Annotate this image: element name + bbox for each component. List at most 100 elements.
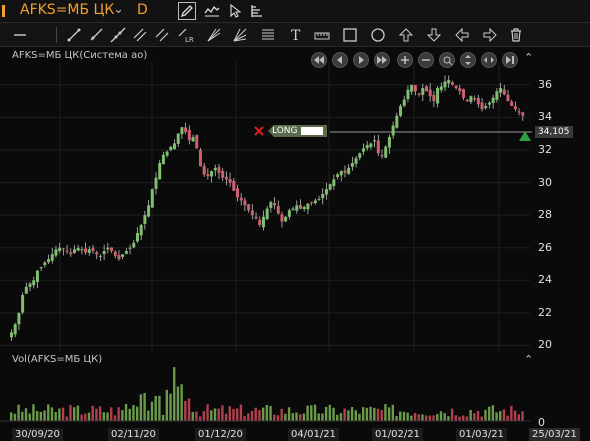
- candle: [154, 177, 158, 189]
- ticker-selector[interactable]: AFKS=МБ ЦК: [20, 2, 114, 18]
- buy-triangle-icon: [519, 131, 531, 141]
- trend-line-icon[interactable]: [64, 25, 84, 45]
- period-selector[interactable]: D: [137, 2, 148, 18]
- candle: [462, 89, 466, 98]
- volume-bar: [69, 405, 72, 421]
- arrow-down-icon[interactable]: [424, 25, 444, 45]
- trash-icon[interactable]: [506, 25, 526, 45]
- volume-chart[interactable]: [0, 365, 590, 427]
- volume-bar: [436, 413, 439, 421]
- date-label: 01/12/20: [195, 428, 246, 441]
- volume-bar: [247, 413, 250, 421]
- close-order-icon[interactable]: [253, 125, 267, 137]
- cursor-icon[interactable]: [226, 2, 244, 20]
- ellipse-icon[interactable]: [368, 25, 388, 45]
- candle: [376, 140, 380, 154]
- volume-bar: [365, 407, 369, 421]
- volume-bar: [499, 411, 502, 421]
- volume-bar: [43, 410, 46, 421]
- candle: [147, 205, 151, 217]
- candle: [361, 148, 365, 152]
- candle: [128, 247, 132, 249]
- volume-bar: [21, 411, 24, 421]
- pencil-icon[interactable]: [178, 2, 196, 20]
- order-label[interactable]: LONG: [268, 125, 328, 137]
- arrow-up-icon[interactable]: [396, 25, 416, 45]
- horizontal-line-icon[interactable]: [10, 25, 30, 45]
- candle: [84, 248, 88, 253]
- price-chart[interactable]: [0, 62, 590, 352]
- candle: [321, 193, 325, 199]
- channel-icon[interactable]: [130, 25, 150, 45]
- regression-channel-icon[interactable]: LR: [176, 25, 196, 45]
- candle: [439, 86, 443, 91]
- text-tool-icon[interactable]: T: [286, 25, 306, 45]
- candle: [17, 312, 21, 325]
- volume-bar: [143, 392, 146, 421]
- volume-bar: [302, 413, 306, 421]
- candle: [247, 204, 251, 211]
- candle: [417, 93, 421, 95]
- indicator-icon[interactable]: [203, 2, 221, 20]
- date-label: 01/03/21: [456, 428, 507, 441]
- volume-bar: [154, 396, 157, 421]
- volume-bar: [439, 411, 443, 421]
- volume-bar: [332, 407, 335, 421]
- volume-bar: [321, 413, 324, 421]
- volume-bar: [102, 412, 106, 421]
- volume-bar: [347, 410, 350, 421]
- volume-bar: [280, 408, 283, 421]
- volume-bar: [72, 407, 76, 421]
- candle: [102, 250, 106, 255]
- volume-bar: [343, 408, 346, 421]
- fibonacci-fan-icon[interactable]: [204, 25, 224, 45]
- volume-bar: [17, 404, 20, 421]
- candle: [165, 151, 169, 156]
- volume-bar: [258, 410, 261, 421]
- candle: [184, 127, 188, 133]
- volume-bar: [399, 411, 402, 421]
- candle: [436, 88, 440, 104]
- volume-bar: [502, 409, 506, 421]
- volume-bar: [276, 415, 280, 421]
- volume-bar: [150, 401, 154, 421]
- arrow-right-icon[interactable]: [480, 25, 500, 45]
- gann-fan-icon[interactable]: [230, 25, 250, 45]
- candle: [465, 99, 469, 102]
- candle: [428, 89, 432, 97]
- volume-bar: [221, 405, 224, 421]
- candle: [150, 189, 154, 208]
- volume-bar: [484, 409, 487, 421]
- fibonacci-levels-icon[interactable]: [258, 25, 278, 45]
- candle: [406, 89, 410, 100]
- chevron-down-icon[interactable]: ⌄: [113, 2, 124, 17]
- volume-bar: [324, 406, 328, 421]
- volume-bar: [458, 416, 461, 421]
- rectangle-icon[interactable]: [340, 25, 360, 45]
- volume-bar: [417, 414, 420, 421]
- arrow-left-icon[interactable]: [452, 25, 472, 45]
- volume-bar: [317, 413, 320, 421]
- volume-bar: [406, 412, 409, 421]
- ruler-icon[interactable]: [312, 25, 332, 45]
- candle: [469, 96, 473, 102]
- drawing-toolbar: LR T: [0, 23, 590, 47]
- ray-icon[interactable]: [86, 25, 106, 45]
- depth-icon[interactable]: [248, 2, 266, 20]
- volume-bar: [462, 415, 465, 421]
- volume-bar: [173, 367, 176, 421]
- candle: [43, 262, 47, 266]
- volume-bar: [354, 410, 357, 421]
- candle: [61, 248, 65, 250]
- date-label: 25/03/21: [529, 428, 580, 441]
- volume-bar: [54, 412, 57, 421]
- volume-bar: [373, 407, 376, 421]
- volume-bar: [424, 415, 428, 421]
- candle: [228, 179, 232, 183]
- parallel-lines-icon[interactable]: [152, 25, 172, 45]
- candle: [76, 247, 80, 251]
- volume-bar: [121, 410, 124, 421]
- volume-bar: [147, 410, 150, 421]
- volume-bar: [284, 413, 287, 421]
- extended-line-icon[interactable]: [108, 25, 128, 45]
